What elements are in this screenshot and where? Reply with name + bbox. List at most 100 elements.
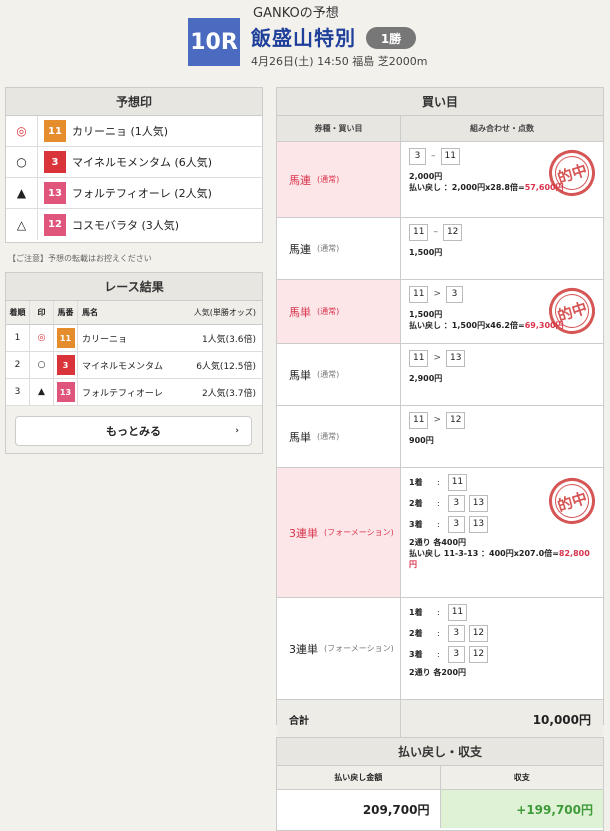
predictor-name: GANKOの予想 [253,6,339,21]
colon: : [437,607,440,617]
chevron-right-icon: › [235,426,239,436]
bet-type: 3連単 (フォーメーション) [277,598,401,699]
prediction-title: 予想印 [6,88,262,116]
horse-number-box: 13 [468,495,489,512]
bet-type-label: 馬連 [289,242,311,256]
horse-number-box: 11 [409,350,429,367]
horse-number-box: 3 [447,625,465,642]
combination-separator: > [433,289,441,300]
combination: 11 >12 [409,412,595,429]
second-place-line: 2着:3 12 [409,625,595,642]
bet-amount: 2通り 各200円 [409,668,467,677]
bet-type: 馬連 (通常) [277,218,401,279]
more-button[interactable]: もっとみる › [15,416,252,446]
payout-formula: 払い戻し 11-3-13 ：400円x207.0倍= [409,549,559,559]
first-place-line: 1着:11 [409,604,595,621]
combination-separator: > [433,353,441,364]
third-place-label: 3着 [409,649,423,659]
horse-name: マイネルモメンタム (6人気) [72,156,213,169]
result-mark: ◎ [30,325,54,351]
bet-type-sub: (フォーメーション) [324,644,394,653]
second-place-label: 2着 [409,498,423,508]
race-info: 4月26日(土) 14:50 福島 芝2000m [251,55,428,68]
prediction-mark: ◎ [6,116,38,146]
results-panel: レース結果 着順 印 馬番 馬名 人気(単勝オッズ) 1 ◎ 11 カリーニョ 1人気(… [5,272,263,454]
bets-title: 買い目 [277,88,603,116]
bet-type: 馬連 (通常) [277,142,401,217]
header-popularity: 人気(単勝オッズ) [193,308,256,317]
results-rows: 1 ◎ 11 カリーニョ 1人気(3.6倍) 2 ○ 3 マイネルモメンタム 6人気(12.5倍)… [6,325,262,406]
more-label: もっとみる [106,425,161,438]
horse-number-box: 3 [446,286,463,303]
prediction-mark: ○ [6,147,38,177]
result-horse-name: マイネルモメンタム [82,361,164,372]
bet-row: 馬単 (通常) 11 >12 900円 [277,406,603,468]
horse-name: カリーニョ (1人気) [72,125,169,138]
bet-rows: 的中 馬連 (通常) 3–11 2,000円 払い戻し ：2,000円x28.8倍=57,… [277,142,603,700]
race-number-badge: 10R [188,18,240,66]
repost-notice: 【ご注意】予想の転載はお控えください [8,254,152,263]
result-row: 2 ○ 3 マイネルモメンタム 6人気(12.5倍) [6,352,262,379]
total-row: 合計 10,000円 [277,700,603,738]
result-number-cell: 11 [54,325,78,351]
prediction-mark: ▲ [6,178,38,208]
horse-number-box: 11 [440,148,460,165]
summary-panel: 払い戻し・収支 払い戻し金額 収支 209,700円 +199,700円 [276,737,604,831]
result-popularity: 1人気(3.6倍) [201,334,256,345]
bet-type: 馬単 (通常) [277,280,401,343]
bet-type-sub: (フォーメーション) [324,528,394,537]
combination-separator: > [433,415,441,426]
result-row: 3 ▲ 13 フォルテフィオーレ 2人気(3.7倍) [6,379,262,406]
bet-row: 的中 馬連 (通常) 3–11 2,000円 払い戻し ：2,000円x28.8倍=57,… [277,142,603,218]
header-combination: 組み合わせ・点数 [470,124,534,133]
bet-type-sub: (通常) [317,175,340,184]
horse-number-box: 12 [442,224,463,241]
summary-title: 払い戻し・収支 [277,738,603,766]
bet-row: 的中 馬単 (通常) 11 >3 1,500円 払い戻し ：1,500円x46.2倍=69,… [277,280,603,344]
horse-number-box: 11 [409,286,429,303]
horse-number-badge: 3 [56,355,75,375]
combination-separator: – [433,227,438,238]
horse-number-box: 13 [468,516,489,533]
combination: 11–12 [409,224,595,241]
prediction-list: ◎ 11 カリーニョ (1人気) ○ 3 マイネルモメンタム (6人気) ▲ 13 フォルテフィ… [6,116,262,240]
race-class-badge: 1勝 [366,27,416,49]
bet-amount: 2通り 各400円 [409,538,467,547]
first-place-label: 1着 [409,477,423,487]
bet-type-sub: (通常) [317,244,340,253]
horse-name: コスモバラタ (3人気) [72,218,180,232]
prediction-row: ▲ 13 フォルテフィオーレ (2人気) [6,178,262,209]
profit-label: 収支 [513,773,530,782]
horse-number-box: 11 [447,474,468,491]
combination-separator: – [431,151,436,162]
result-number-cell: 3 [54,352,78,378]
horse-number-badge: 11 [56,328,75,348]
result-horse-name: カリーニョ [82,334,128,345]
horse-number-badge: 13 [56,382,75,402]
bets-panel: 買い目 券種・買い目 組み合わせ・点数 的中 馬連 (通常) 3–11 2,000円 払い… [276,87,604,738]
colon: : [437,477,440,487]
prediction-mark: △ [6,209,38,240]
result-mark: ▲ [30,379,54,405]
payout-formula: 払い戻し ：2,000円x28.8倍= [409,183,525,193]
payout-line: 払い戻し 11-3-13 ：400円x207.0倍=82,800円 [409,548,595,570]
bet-type-label: 馬連 [289,173,311,187]
bet-type: 3連単 (フォーメーション) [277,468,401,597]
summary-values: 209,700円 +199,700円 [277,790,603,828]
result-mark: ○ [30,352,54,378]
bet-type: 馬単 (通常) [277,344,401,405]
prediction-row: ○ 3 マイネルモメンタム (6人気) [6,147,262,178]
horse-number-box: 12 [468,625,489,642]
bet-type-sub: (通常) [317,432,340,441]
payout-value: 209,700円 [277,790,441,828]
bet-amount: 2,900円 [409,374,443,383]
horse-number-badge: 3 [44,151,66,173]
prediction-row: △ 12 コスモバラタ (3人気) [6,209,262,240]
bet-details: 11 >12 900円 [401,406,603,467]
horse-number-box: 13 [446,350,466,367]
result-number-cell: 13 [54,379,78,405]
horse-number-box: 11 [409,412,429,429]
bet-type-sub: (通常) [317,307,340,316]
header-number: 馬番 [54,301,78,324]
colon: : [437,628,440,638]
